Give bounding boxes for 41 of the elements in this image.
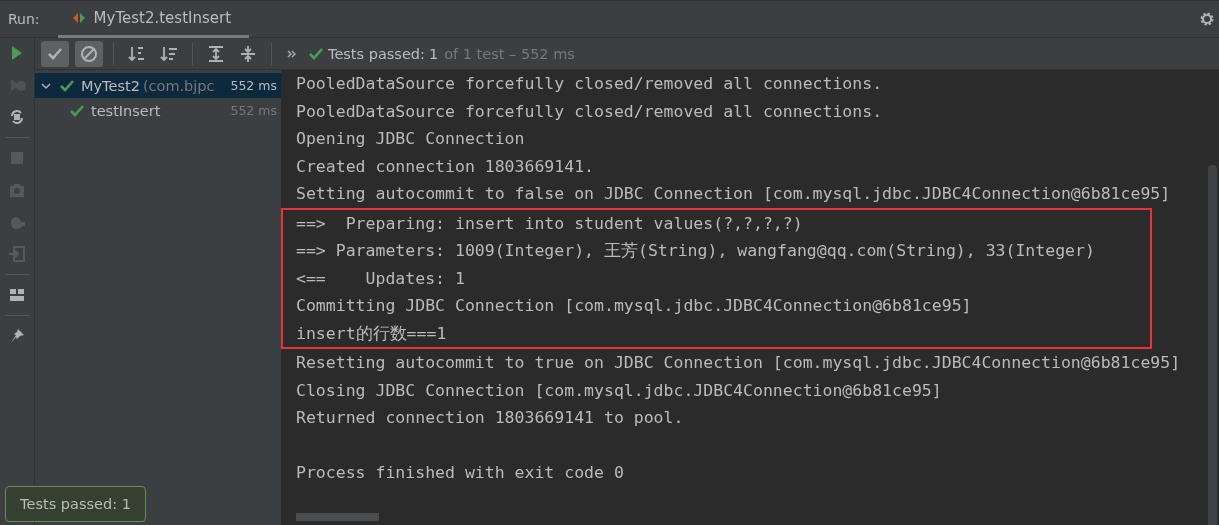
layout-icon[interactable] — [8, 286, 26, 304]
sort-alphabetically-icon[interactable] — [128, 44, 146, 63]
console-line: Resetting autocommit to true on JDBC Connection [com.mysql.jdbc.JDBC4Connection@6b81ce95] — [296, 352, 1182, 374]
console-line: Setting autocommit to false on JDBC Connection [com.mysql.jdbc.JDBC4Connection@6b81ce95] — [296, 183, 1172, 205]
test-name: MyTest2 — [81, 77, 140, 94]
notification-balloon: Tests passed: 1 — [5, 486, 146, 522]
console-line: Opening JDBC Connection — [296, 128, 526, 150]
console-line: Process finished with exit code 0 — [296, 462, 625, 484]
console-line: insert的行数===1 — [296, 322, 448, 345]
sort-by-duration-icon[interactable] — [160, 44, 178, 63]
show-passed-toggle[interactable] — [41, 40, 69, 67]
test-tree-item[interactable]: MyTest2 (com.bjpc 552 ms — [35, 73, 281, 98]
console-line: ==> Parameters: 1009(Integer), 王芳(String), wangfang@qq.com(String), 33(Integer) — [296, 240, 1096, 262]
test-duration: 552 ms — [230, 78, 277, 93]
status-label: Tests passed: — [328, 45, 425, 62]
settings-icon[interactable] — [1199, 11, 1215, 27]
run-config-icon — [71, 10, 86, 25]
test-package: (com.bjpc — [142, 77, 215, 94]
test-name: testInsert — [91, 102, 161, 119]
vertical-scrollbar[interactable] — [1208, 165, 1217, 525]
console-line: Closing JDBC Connection [com.mysql.jdbc.JDBC4Connection@6b81ce95] — [296, 379, 943, 402]
show-ignored-toggle[interactable] — [75, 40, 103, 67]
test-tree-item[interactable]: testInsert 552 ms — [35, 98, 281, 123]
status-count: 1 — [428, 45, 439, 62]
console-line: <== Updates: 1 — [296, 267, 466, 290]
console-line: ==> Preparing: insert into student values(?,?,?,?) — [296, 212, 804, 235]
console-line: PooledDataSource forcefully closed/removed all connections. — [296, 100, 884, 123]
console-line: Returned connection 1803669141 to pool. — [296, 407, 685, 429]
panel-title: Run: — [8, 11, 40, 27]
status-detail: of 1 test – 552 ms — [444, 45, 575, 62]
console-line: Created connection 1803669141. — [296, 155, 595, 178]
show-ignored-icon — [80, 44, 98, 63]
console-line: PooledDataSource forcefully closed/removed all connections. — [296, 73, 884, 95]
horizontal-scrollbar[interactable] — [296, 513, 379, 521]
test-duration: 552 ms — [230, 103, 277, 118]
chevron-down-icon[interactable] — [41, 80, 51, 91]
run-tab[interactable]: MyTest2.testInsert — [57, 0, 250, 38]
expand-all-icon[interactable] — [207, 44, 225, 63]
console-line: Committing JDBC Connection [com.mysql.jdbc.JDBC4Connection@6b81ce95] — [296, 295, 973, 317]
toggle-auto-test-icon[interactable] — [8, 108, 26, 126]
collapse-all-icon[interactable] — [239, 44, 257, 63]
